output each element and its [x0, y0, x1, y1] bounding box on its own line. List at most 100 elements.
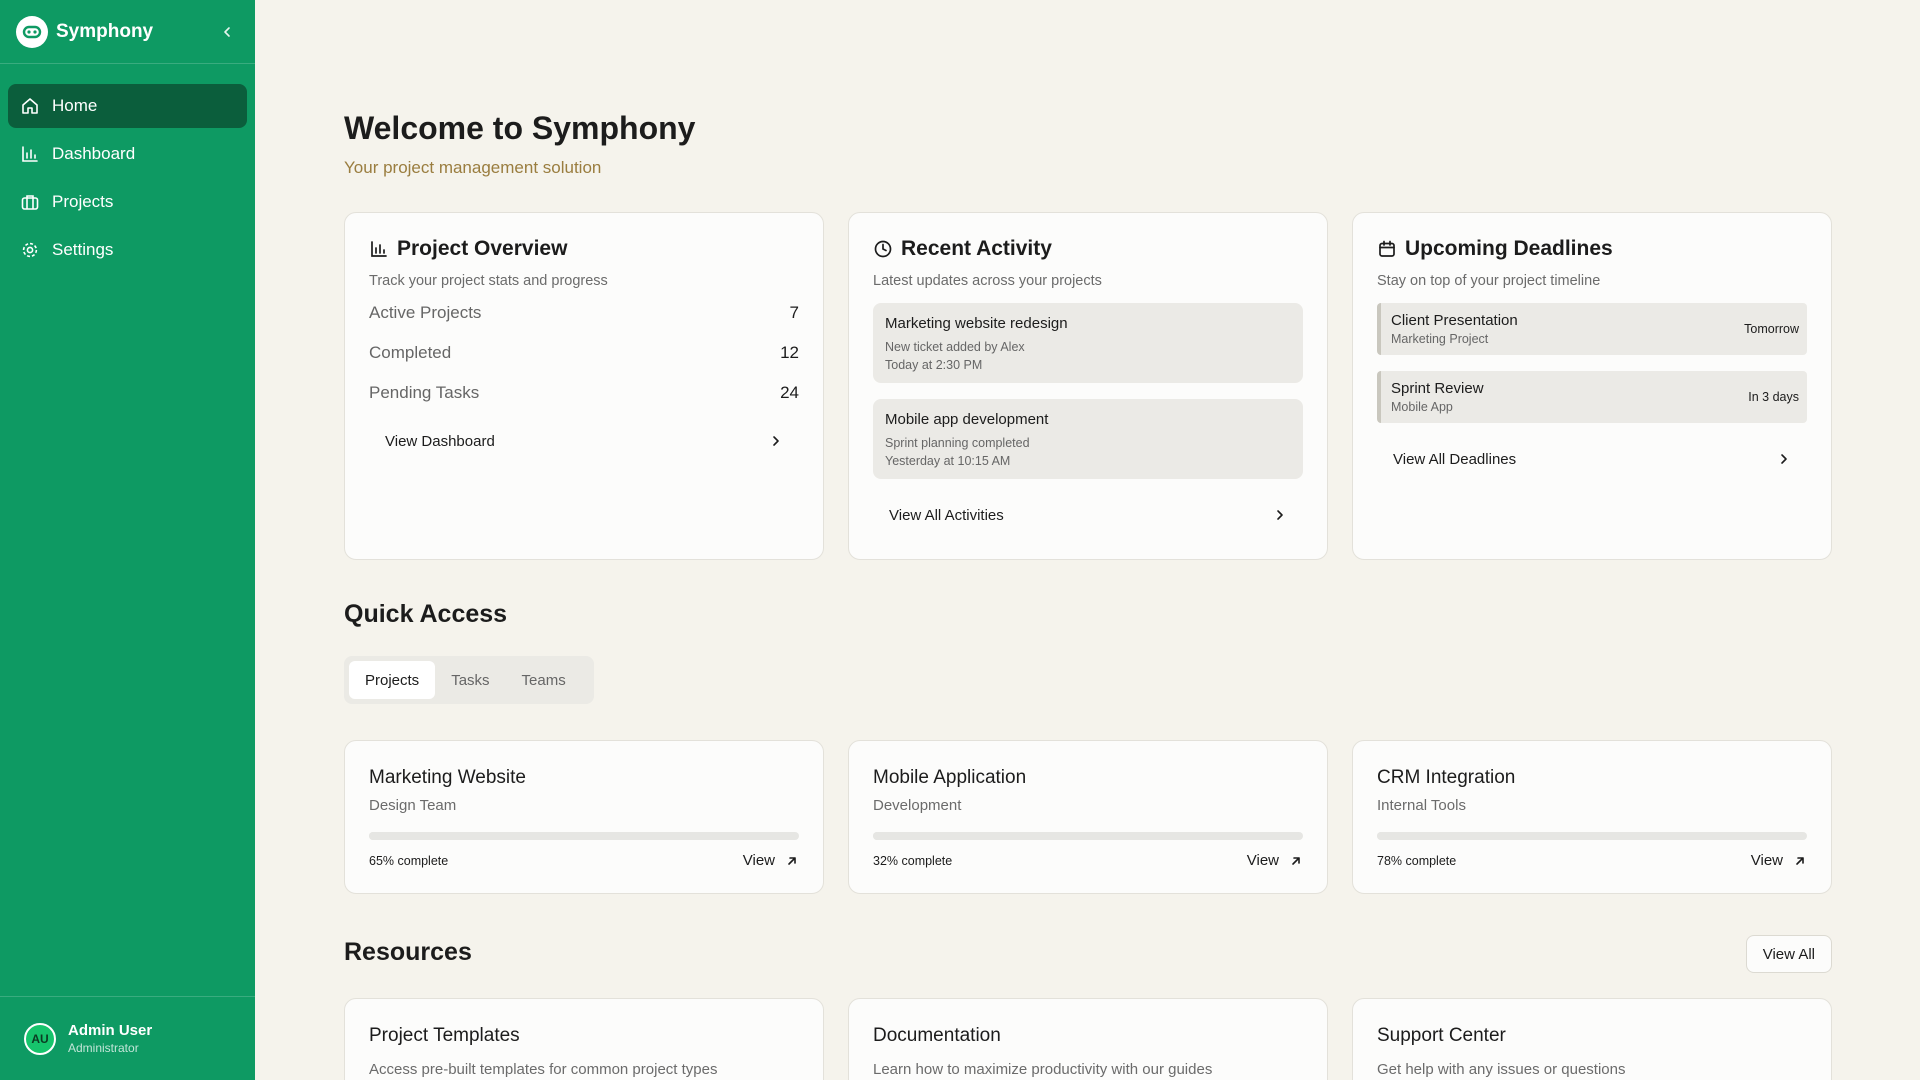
deadline-title: Sprint Review	[1391, 380, 1484, 397]
view-all-resources-button[interactable]: View All	[1745, 935, 1832, 973]
symphony-logo-icon	[16, 15, 48, 48]
project-team: Design Team	[369, 797, 457, 814]
page-subtitle: Your project management solution	[344, 158, 602, 177]
resource-card-project-templates[interactable]: Project Templates Access pre-built templ…	[344, 998, 824, 1080]
progress-label: 78% complete	[1377, 853, 1457, 868]
project-card-mobile-application: Mobile Application Development 32% compl…	[848, 740, 1328, 894]
quick-access-tabs: Projects Tasks Teams	[344, 656, 594, 704]
bar-chart-icon	[371, 241, 387, 257]
sidebar-item-settings[interactable]: Settings	[8, 228, 247, 272]
activity-item[interactable]: Marketing website redesign New ticket ad…	[873, 303, 1303, 383]
resource-description: Get help with any issues or questions	[1377, 1061, 1626, 1078]
bar-chart-icon	[22, 146, 38, 162]
card-title: Upcoming Deadlines	[1405, 237, 1613, 260]
project-team: Development	[873, 797, 962, 814]
quick-access-title: Quick Access	[344, 600, 508, 628]
activity-detail: Sprint planning completed	[885, 436, 1030, 450]
stat-value: 12	[780, 343, 799, 362]
view-project-link[interactable]: View	[1247, 852, 1303, 869]
tab-teams[interactable]: Teams	[506, 661, 582, 699]
chevron-left-icon	[224, 26, 230, 37]
link-label: View	[742, 852, 775, 869]
deadline-title: Client Presentation	[1391, 312, 1518, 329]
progress-fill	[1377, 832, 1713, 840]
deadline-project: Marketing Project	[1391, 332, 1489, 346]
sidebar-item-dashboard[interactable]: Dashboard	[8, 132, 247, 176]
card-subtitle: Stay on top of your project timeline	[1377, 273, 1601, 289]
link-label: View	[1246, 852, 1279, 869]
sidebar-item-home[interactable]: Home	[8, 84, 247, 128]
arrow-up-right-icon	[1292, 856, 1300, 865]
resource-card-support-center[interactable]: Support Center Get help with any issues …	[1352, 998, 1832, 1080]
stat-label: Completed	[369, 343, 452, 362]
sidebar-item-projects[interactable]: Projects	[8, 180, 247, 224]
project-overview-card: Project Overview Track your project stat…	[344, 212, 824, 560]
user-name: Admin User	[68, 1022, 153, 1039]
card-subtitle: Latest updates across your projects	[873, 273, 1102, 289]
user-profile[interactable]: AU Admin User Administrator	[0, 996, 255, 1080]
progress-fill	[873, 832, 1011, 840]
recent-activity-card: Recent Activity Latest updates across yo…	[848, 212, 1328, 560]
deadline-item[interactable]: Client Presentation Marketing Project To…	[1377, 303, 1807, 355]
sidebar-item-label: Home	[52, 96, 98, 115]
tab-projects[interactable]: Projects	[349, 661, 436, 699]
deadline-due: Tomorrow	[1744, 322, 1799, 336]
collapse-sidebar-button[interactable]	[215, 20, 239, 44]
link-label: View	[1750, 852, 1783, 869]
sidebar-nav: Home Dashboard Projects Settings	[0, 64, 255, 296]
project-card-crm-integration: CRM Integration Internal Tools 78% compl…	[1352, 740, 1832, 894]
card-title: Project Overview	[397, 237, 568, 260]
link-label: View All Deadlines	[1393, 450, 1517, 468]
stat-active-projects: Active Projects 7	[369, 293, 799, 333]
activity-detail: New ticket added by Alex	[885, 340, 1025, 354]
page-title: Welcome to Symphony	[344, 110, 696, 146]
resource-title: Project Templates	[369, 1025, 520, 1046]
user-role: Administrator	[68, 1041, 139, 1055]
brand-header: Symphony	[0, 0, 255, 64]
activity-item[interactable]: Mobile app development Sprint planning c…	[873, 399, 1303, 479]
chevron-right-icon	[1781, 454, 1787, 464]
stat-completed: Completed 12	[369, 333, 799, 373]
activity-time: Yesterday at 10:15 AM	[885, 454, 1011, 468]
project-card-marketing-website: Marketing Website Design Team 65% comple…	[344, 740, 824, 894]
chevron-right-icon	[773, 436, 779, 446]
resource-description: Access pre-built templates for common pr…	[369, 1061, 718, 1078]
project-name: Marketing Website	[369, 767, 526, 788]
arrow-up-right-icon	[788, 856, 796, 865]
stat-label: Pending Tasks	[369, 383, 480, 402]
progress-label: 65% complete	[369, 853, 449, 868]
chevron-right-icon	[1277, 510, 1283, 520]
project-name: CRM Integration	[1377, 767, 1516, 788]
stat-value: 24	[780, 383, 799, 402]
resource-description: Learn how to maximize productivity with …	[873, 1061, 1213, 1078]
sidebar-item-label: Settings	[52, 240, 114, 259]
avatar: AU	[24, 1022, 56, 1055]
activity-title: Mobile app development	[885, 411, 1049, 428]
link-label: View Dashboard	[385, 432, 495, 450]
project-name: Mobile Application	[873, 767, 1027, 788]
project-team: Internal Tools	[1377, 797, 1466, 814]
gear-icon	[22, 242, 38, 258]
link-label: View All Activities	[889, 506, 1004, 524]
resource-title: Support Center	[1377, 1025, 1506, 1046]
clock-icon	[874, 240, 892, 258]
resource-title: Documentation	[873, 1025, 1001, 1046]
sidebar-item-label: Dashboard	[52, 144, 136, 163]
deadline-item[interactable]: Sprint Review Mobile App In 3 days	[1377, 371, 1807, 423]
card-subtitle: Track your project stats and progress	[369, 273, 608, 289]
resources-title: Resources	[344, 938, 472, 966]
deadline-project: Mobile App	[1391, 400, 1453, 414]
resource-card-documentation[interactable]: Documentation Learn how to maximize prod…	[848, 998, 1328, 1080]
tab-tasks[interactable]: Tasks	[435, 661, 505, 699]
sidebar-item-label: Projects	[52, 192, 114, 211]
view-project-link[interactable]: View	[1751, 852, 1807, 869]
arrow-up-right-icon	[1796, 856, 1804, 865]
progress-bar	[369, 832, 799, 840]
view-project-link[interactable]: View	[743, 852, 799, 869]
sidebar: Symphony Home Dashboard Projects Setting…	[0, 0, 255, 1080]
view-dashboard-link[interactable]: View Dashboard	[369, 421, 799, 461]
progress-label: 32% complete	[873, 853, 953, 868]
view-all-activities-link[interactable]: View All Activities	[873, 495, 1303, 535]
view-all-deadlines-link[interactable]: View All Deadlines	[1377, 439, 1807, 479]
progress-bar	[873, 832, 1303, 840]
